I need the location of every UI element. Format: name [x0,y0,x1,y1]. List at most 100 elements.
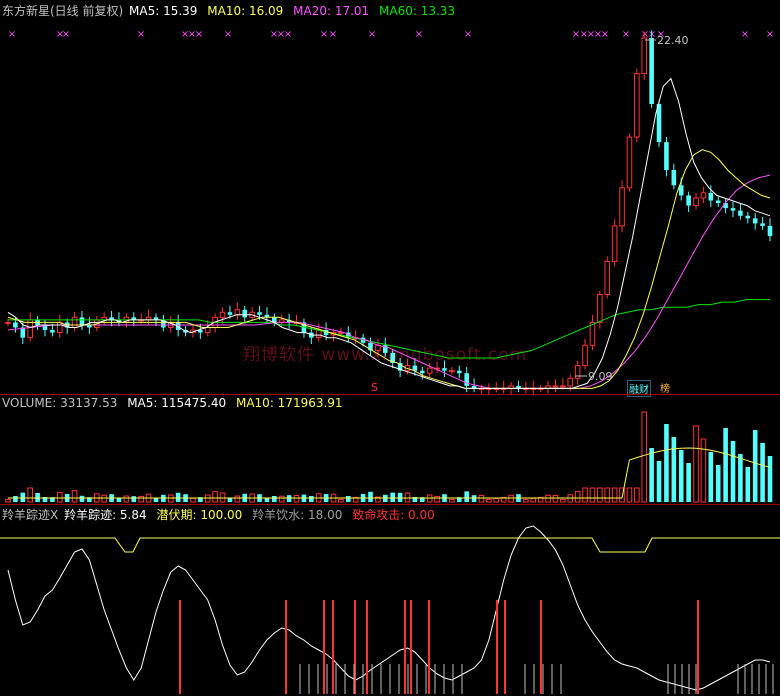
volume-bar [560,498,566,503]
volume-bar [582,487,588,503]
volume-bar [131,496,137,502]
volume-bar [752,430,758,502]
volume-bar [656,461,662,502]
volume-bar [715,465,721,502]
volume-bar [634,487,640,503]
ma20-line [7,174,771,389]
volume-bar [286,495,292,502]
volume-bar [227,498,233,502]
volume-bar [723,428,728,502]
candle-body [442,368,447,371]
volume-bar [116,498,122,502]
volume-bar [478,494,485,503]
volume-bar [508,494,514,503]
signal-x-mark: × [766,29,774,40]
volume-bar [649,448,654,502]
volume-bar [278,495,285,503]
volume-bar [545,494,551,503]
candle-body [219,311,226,318]
candle-body [242,309,248,318]
candle-body [767,225,773,237]
candlesticks [5,30,773,395]
volume-bar [523,498,529,503]
volume-bar [604,487,611,503]
signal-x-mark: × [8,29,16,40]
volume-bar [708,452,714,502]
volume-bar [175,492,181,502]
volume-bar [13,496,18,502]
candle-body [611,225,618,262]
candle-body [560,385,566,388]
moving-average-lines [7,77,771,389]
candle-body [634,73,640,138]
candle-body [426,367,433,374]
candle-body [641,37,648,75]
candle-body [626,136,633,189]
volume-bar [760,443,765,502]
signal-x-mark: × [464,29,472,40]
candle-body [50,330,55,333]
candle-body [752,218,758,224]
volume-bar [730,441,736,502]
volume-bar [641,411,648,503]
volume-bar [123,495,130,503]
candle-body [686,195,691,206]
volume-bar [449,498,455,503]
volume-bar [309,496,314,502]
latent-line [0,537,780,553]
candle-body [589,321,596,346]
signal-x-mark: × [601,29,609,40]
volume-bar [390,492,395,502]
volume-bar [530,497,537,503]
stock-chart: ××××××××××××××××××××××××××× 22.40 9.09 S [0,29,780,694]
volume-bar [493,497,500,503]
volume-bar [264,498,270,502]
candle-body [619,187,625,227]
candle-body [234,309,241,316]
signal-x-mark: × [137,29,145,40]
signal-x-mark: × [320,29,328,40]
volume-bar [767,456,773,502]
volume-bar [212,491,218,503]
ma60-line [8,299,770,359]
candle-body [56,321,63,334]
volume-bar [671,437,677,502]
volume-bar [368,491,373,502]
candle-body [71,316,78,328]
volume-bar [574,490,581,503]
signal-x-mark: × [415,29,423,40]
volume-bar [597,487,603,503]
candle-body [315,329,322,339]
candle-body [552,385,559,388]
volume-bar [464,491,469,502]
candle-body [604,260,611,295]
ma10-line [7,149,771,389]
candle-body [338,332,344,335]
candle-body [671,170,677,186]
volume-bar [234,495,241,503]
volume-bar [611,487,618,503]
candle-body [723,203,728,209]
volume-bar [664,424,669,502]
low-price-label: 9.09 [588,370,613,383]
candle-body [449,370,455,373]
candle-body [597,293,603,323]
volume-bar [101,494,107,503]
indicator-lines [0,525,780,694]
candle-body [664,142,669,171]
signal-x-mark: × [622,29,630,40]
volume-ma-line [8,447,771,499]
signal-x-mark: × [195,29,203,40]
sell-signal-mark: S [371,381,378,394]
signal-x-mark: × [224,29,232,40]
candle-body [760,223,765,226]
candle-body [730,208,736,211]
volume-bar [738,454,743,502]
candle-body [715,200,721,204]
candle-body [708,192,714,201]
candle-body [582,344,588,367]
candle-body [693,197,699,207]
candle-body [456,370,462,374]
volume-bar [589,487,596,503]
signal-x-mark: × [741,29,749,40]
